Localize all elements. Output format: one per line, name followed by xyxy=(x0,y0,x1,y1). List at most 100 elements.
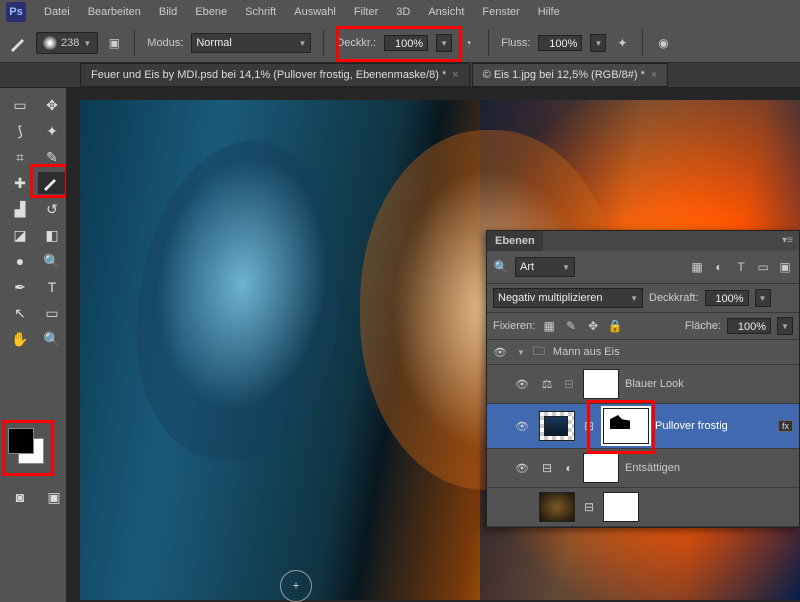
mask-thumbnail[interactable] xyxy=(583,369,619,399)
lock-paint-icon[interactable]: ✎ xyxy=(563,318,579,334)
layer-row-selected[interactable]: 👁 ⊟ Pullover frostig fx xyxy=(487,404,799,449)
menu-3d[interactable]: 3D xyxy=(388,2,418,22)
adjustment-icon: ◐ xyxy=(561,460,577,476)
menu-schrift[interactable]: Schrift xyxy=(237,2,284,22)
app-logo: Ps xyxy=(6,2,26,22)
hand-tool-icon[interactable]: ✋ xyxy=(6,328,34,350)
pressure-opacity-icon[interactable]: ◔ xyxy=(460,35,476,51)
lock-label: Fixieren: xyxy=(493,320,535,332)
marquee-tool-icon[interactable]: ▭ xyxy=(6,94,34,116)
layer-opacity-label: Deckkraft: xyxy=(649,292,699,304)
highlight-layer-mask xyxy=(587,400,655,454)
zoom-tool-icon[interactable]: 🔍 xyxy=(38,328,66,350)
flow-dropdown[interactable]: ▼ xyxy=(590,34,606,52)
menu-bearbeiten[interactable]: Bearbeiten xyxy=(80,2,149,22)
filter-type-icon[interactable]: T xyxy=(733,259,749,275)
document-tab-bar: Feuer und Eis by MDI.psd bei 14,1% (Pull… xyxy=(0,63,800,88)
menu-hilfe[interactable]: Hilfe xyxy=(530,2,568,22)
path-tool-icon[interactable]: ↖ xyxy=(6,302,34,324)
menu-ansicht[interactable]: Ansicht xyxy=(420,2,472,22)
flow-label: Fluss: xyxy=(501,37,530,49)
layer-row[interactable]: 👁 ⊟ ◐ Entsättigen xyxy=(487,449,799,488)
menu-auswahl[interactable]: Auswahl xyxy=(286,2,344,22)
layers-list: 👁 ▼ 🗀 Mann aus Eis 👁 ⚖ ⊟ Blauer Look 👁 ⊟… xyxy=(487,340,799,527)
flow-input[interactable]: 100% xyxy=(538,35,582,51)
visibility-icon[interactable]: 👁 xyxy=(515,462,533,475)
lock-move-icon[interactable]: ✥ xyxy=(585,318,601,334)
stamp-tool-icon[interactable]: ▟ xyxy=(6,198,34,220)
layers-panel: Ebenen ▾≡ 🔍 Art▼ ▦ ◐ T ▭ ▣ Negativ multi… xyxy=(486,230,800,528)
dodge-tool-icon[interactable]: 🔍 xyxy=(38,250,66,272)
layer-thumbnail[interactable] xyxy=(539,492,575,522)
visibility-icon[interactable]: 👁 xyxy=(493,346,511,359)
menu-fenster[interactable]: Fenster xyxy=(474,2,527,22)
layers-panel-tab[interactable]: Ebenen xyxy=(487,231,543,251)
search-icon[interactable]: 🔍 xyxy=(493,259,509,275)
close-icon[interactable]: × xyxy=(651,69,657,81)
move-tool-icon[interactable]: ✥ xyxy=(38,94,66,116)
eraser-tool-icon[interactable]: ◪ xyxy=(6,224,34,246)
document-tab-2[interactable]: © Eis 1.jpg bei 12,5% (RGB/8#) *× xyxy=(472,63,669,87)
link-icon: ⊟ xyxy=(581,499,597,515)
layer-group[interactable]: 👁 ▼ 🗀 Mann aus Eis xyxy=(487,340,799,365)
visibility-icon[interactable]: 👁 xyxy=(515,378,533,391)
chevron-down-icon: ▼ xyxy=(83,39,91,48)
folder-icon: 🗀 xyxy=(531,344,547,360)
screenmode-icon[interactable]: ▣ xyxy=(40,486,68,508)
highlight-opacity xyxy=(336,26,462,62)
brush-preset-picker[interactable]: 238 ▼ xyxy=(36,32,98,54)
mask-thumbnail[interactable] xyxy=(603,492,639,522)
pen-tool-icon[interactable]: ✒ xyxy=(6,276,34,298)
quickmask-icon[interactable]: ◙ xyxy=(6,486,34,508)
menu-bild[interactable]: Bild xyxy=(151,2,185,22)
mode-label: Modus: xyxy=(147,37,183,49)
filter-pixel-icon[interactable]: ▦ xyxy=(689,259,705,275)
panel-menu-icon[interactable]: ▾≡ xyxy=(782,235,793,246)
options-bar: 238 ▼ ▣ Modus: Normal▼ Deckkr.: 100% ▼ ◔… xyxy=(0,24,800,63)
fx-badge[interactable]: fx xyxy=(778,420,793,432)
layer-row[interactable]: 👁 ⚖ ⊟ Blauer Look xyxy=(487,365,799,404)
lock-all-icon[interactable]: 🔒 xyxy=(607,318,623,334)
highlight-color-swatch xyxy=(2,420,54,476)
lasso-tool-icon[interactable]: ⟆ xyxy=(6,120,34,142)
history-brush-tool-icon[interactable]: ↺ xyxy=(38,198,66,220)
expand-icon[interactable]: ▼ xyxy=(517,348,525,357)
document-tab-1[interactable]: Feuer und Eis by MDI.psd bei 14,1% (Pull… xyxy=(80,63,470,87)
brush-panel-toggle-icon[interactable]: ▣ xyxy=(106,35,122,51)
lock-transparent-icon[interactable]: ▦ xyxy=(541,318,557,334)
balance-icon: ⚖ xyxy=(539,376,555,392)
brush-preview-icon xyxy=(43,36,57,50)
link-icon: ⊟ xyxy=(561,376,577,392)
brush-tool-icon xyxy=(8,33,28,53)
filter-smart-icon[interactable]: ▣ xyxy=(777,259,793,275)
link-icon: ⊟ xyxy=(539,460,555,476)
blend-mode-dropdown[interactable]: Normal▼ xyxy=(191,33,311,53)
tools-palette: ▭ ✥ ⟆ ✦ ⌗ ✎ ✚ ▟ ↺ ◪ ◧ ● 🔍 ✒ T ↖ ▭ ✋ 🔍 ◙ xyxy=(0,88,67,602)
airbrush-icon[interactable]: ✦ xyxy=(614,35,630,51)
type-tool-icon[interactable]: T xyxy=(38,276,66,298)
layer-blend-dropdown[interactable]: Negativ multiplizieren▼ xyxy=(493,288,643,308)
wand-tool-icon[interactable]: ✦ xyxy=(38,120,66,142)
menu-datei[interactable]: Datei xyxy=(36,2,78,22)
mask-thumbnail[interactable] xyxy=(583,453,619,483)
fill-dd[interactable]: ▼ xyxy=(777,317,793,335)
blur-tool-icon[interactable]: ● xyxy=(6,250,34,272)
fill-label: Fläche: xyxy=(685,320,721,332)
filter-type-dropdown[interactable]: Art▼ xyxy=(515,257,575,277)
menu-ebene[interactable]: Ebene xyxy=(187,2,235,22)
filter-shape-icon[interactable]: ▭ xyxy=(755,259,771,275)
pressure-size-icon[interactable]: ◉ xyxy=(655,35,671,51)
layer-row[interactable]: ⊟ xyxy=(487,488,799,527)
highlight-brush-tool xyxy=(30,164,68,198)
menu-filter[interactable]: Filter xyxy=(346,2,386,22)
layer-thumbnail[interactable] xyxy=(539,411,575,441)
fill-input[interactable]: 100% xyxy=(727,318,771,334)
visibility-icon[interactable]: 👁 xyxy=(515,420,533,433)
layer-opacity-dd[interactable]: ▼ xyxy=(755,289,771,307)
filter-adjust-icon[interactable]: ◐ xyxy=(711,259,727,275)
layer-opacity-input[interactable]: 100% xyxy=(705,290,749,306)
gradient-tool-icon[interactable]: ◧ xyxy=(38,224,66,246)
workspace: ▭ ✥ ⟆ ✦ ⌗ ✎ ✚ ▟ ↺ ◪ ◧ ● 🔍 ✒ T ↖ ▭ ✋ 🔍 ◙ xyxy=(0,88,800,602)
close-icon[interactable]: × xyxy=(452,69,458,81)
shape-tool-icon[interactable]: ▭ xyxy=(38,302,66,324)
